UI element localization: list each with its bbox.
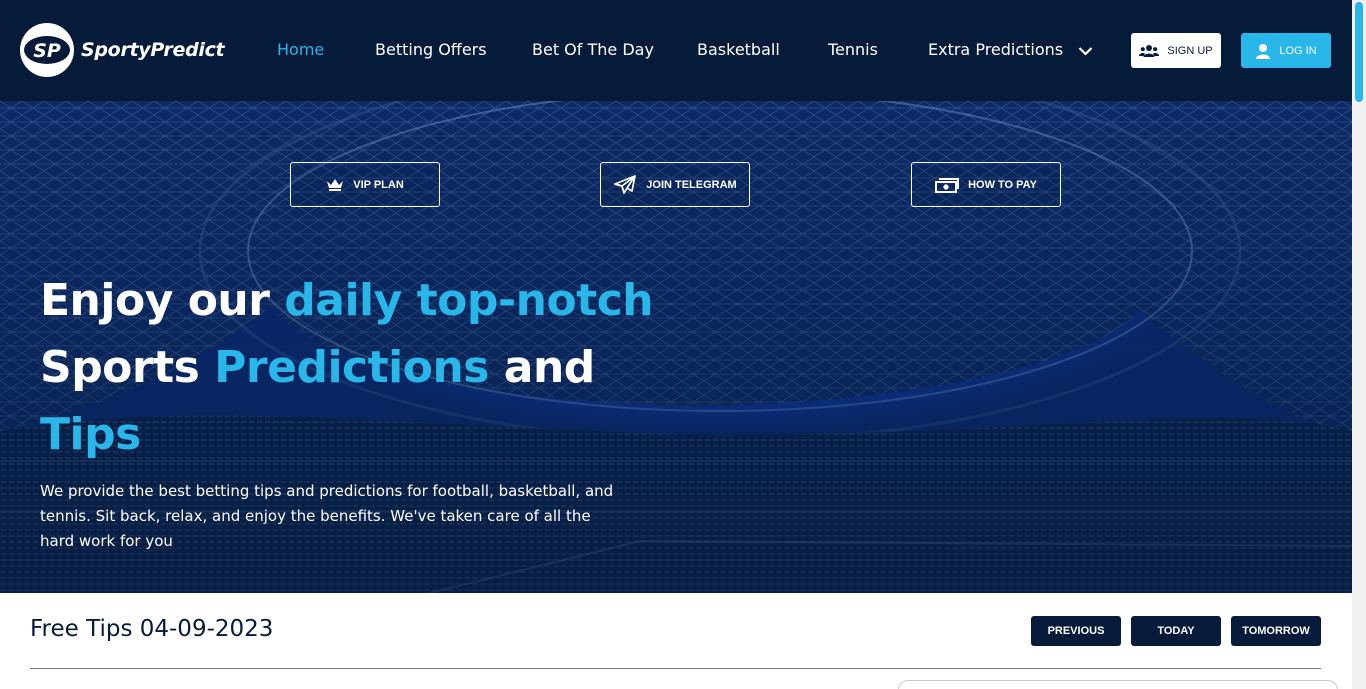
tomorrow-button[interactable]: TOMORROW <box>1231 616 1321 646</box>
nav-item-betting-offers[interactable]: Betting Offers <box>375 40 487 60</box>
previous-day-button[interactable]: PREVIOUS <box>1031 616 1121 646</box>
chevron-down-icon <box>1078 46 1093 56</box>
users-icon <box>1139 44 1160 57</box>
nav-item-home[interactable]: Home <box>277 40 324 60</box>
hero-title-part: Sports <box>40 342 215 393</box>
user-icon <box>1256 43 1271 59</box>
hero-title: Enjoy our daily top-notch Sports Predict… <box>40 267 680 468</box>
hero-description: We provide the best betting tips and pre… <box>40 482 614 550</box>
nav-item-basketball[interactable]: Basketball <box>697 40 780 60</box>
vip-plan-button[interactable]: VIP PLAN <box>290 162 440 207</box>
divider <box>30 668 1321 669</box>
scrollbar-thumb[interactable] <box>1355 2 1363 102</box>
signup-button[interactable]: SIGN UP <box>1131 33 1221 68</box>
nav-item-tennis[interactable]: Tennis <box>828 40 878 60</box>
crown-icon <box>327 179 344 191</box>
logo-mark-icon: SP <box>24 36 70 64</box>
paper-plane-icon <box>614 174 637 194</box>
hero-section: VIP PLAN JOIN TELEGRAM HOW TO PAY Enjoy … <box>0 101 1352 593</box>
site-header: SP SportyPredict Home Betting Offers Bet… <box>0 0 1352 101</box>
signup-label: SIGN UP <box>1167 44 1213 57</box>
hero-title-part: and <box>488 342 596 393</box>
scrollbar-track[interactable] <box>1352 0 1366 689</box>
free-tips-title: Free Tips 04-09-2023 <box>30 616 274 642</box>
logo[interactable]: SP SportyPredict <box>20 23 225 77</box>
join-telegram-button[interactable]: JOIN TELEGRAM <box>600 162 750 207</box>
login-button[interactable]: LOG IN <box>1241 33 1331 68</box>
how-to-pay-button[interactable]: HOW TO PAY <box>911 162 1061 207</box>
money-icon <box>935 177 960 193</box>
hero-title-part: Enjoy our <box>40 275 285 326</box>
vip-plan-label: VIP PLAN <box>353 178 404 191</box>
nav-item-extra-predictions-label: Extra Predictions <box>928 40 1064 59</box>
hero-title-highlight: daily top-notch <box>284 275 654 326</box>
nav-item-extra-predictions[interactable]: Extra Predictions <box>928 40 1093 60</box>
nav-item-bet-of-the-day[interactable]: Bet Of The Day <box>532 40 654 60</box>
hero-title-highlight: Tips <box>40 409 141 460</box>
join-telegram-label: JOIN TELEGRAM <box>646 178 737 191</box>
how-to-pay-label: HOW TO PAY <box>968 178 1037 191</box>
tips-card <box>898 680 1338 689</box>
svg-text:SP: SP <box>33 40 61 62</box>
login-label: LOG IN <box>1279 44 1317 57</box>
logo-badge: SP <box>20 23 74 77</box>
hero-title-highlight: Predictions <box>214 342 489 393</box>
today-button[interactable]: TODAY <box>1131 616 1221 646</box>
page: SP SportyPredict Home Betting Offers Bet… <box>0 0 1366 689</box>
logo-text: SportyPredict <box>81 39 225 61</box>
